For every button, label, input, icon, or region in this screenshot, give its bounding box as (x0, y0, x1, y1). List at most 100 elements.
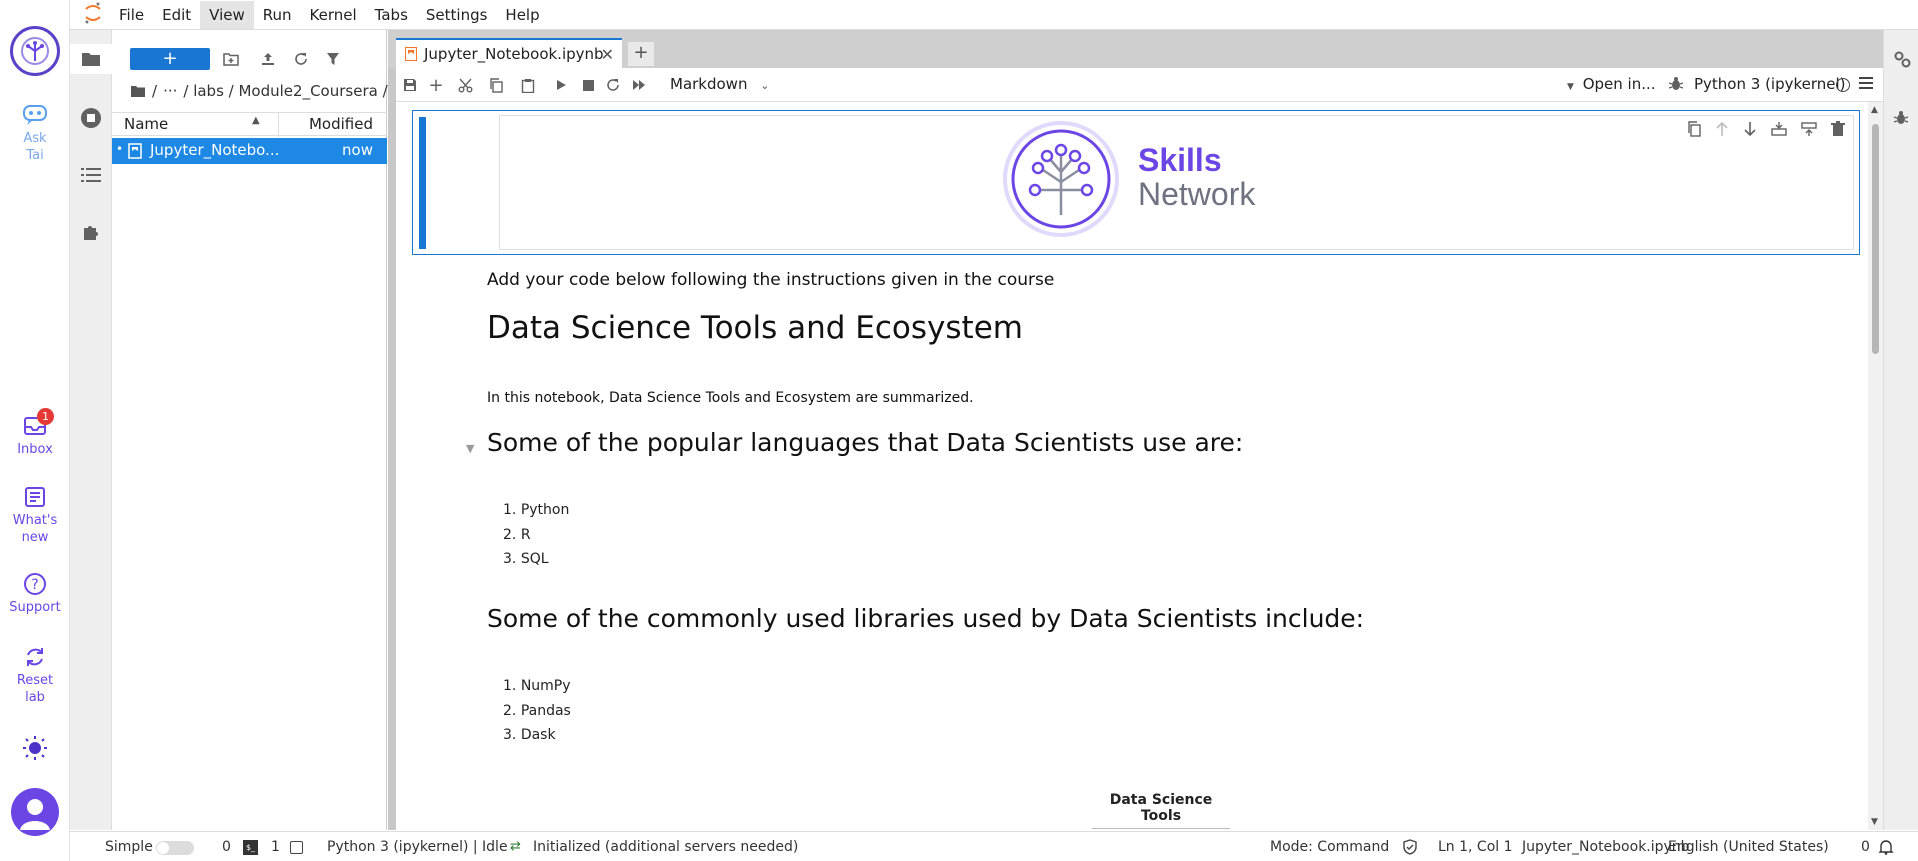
debugger-tab[interactable] (1893, 110, 1909, 130)
notebook-scrollbar[interactable]: ▲ ▼ (1868, 102, 1883, 830)
news-icon (25, 487, 45, 507)
support-button[interactable]: ? Support (0, 572, 70, 616)
cell-input-area[interactable]: Skills Network (499, 115, 1854, 250)
kernel-status[interactable]: Python 3 (ipykernel) | Idle (327, 832, 508, 861)
refresh-icon (295, 53, 307, 65)
folder-icon[interactable] (130, 84, 146, 98)
list-item: 1. Python (503, 502, 570, 518)
notifications-count[interactable]: 0 (1861, 832, 1870, 861)
active-cell[interactable]: Skills Network (412, 110, 1860, 255)
jupyter-logo-icon (84, 1, 104, 29)
notebook-icon (405, 47, 417, 61)
skills-network-tree-icon (1003, 121, 1119, 237)
interrupt-button[interactable] (577, 74, 599, 96)
cell-collapser[interactable] (419, 117, 426, 249)
modified-column-header[interactable]: Modified (309, 115, 373, 133)
save-button[interactable] (399, 74, 421, 96)
restart-run-all-button[interactable] (628, 74, 650, 96)
file-modified: now (342, 141, 373, 159)
menu-tabs[interactable]: Tabs (366, 1, 417, 29)
whats-new-button[interactable]: What's new (0, 485, 70, 546)
move-up-icon[interactable] (1715, 121, 1729, 137)
user-avatar-icon[interactable] (11, 788, 59, 836)
bug-icon (1893, 111, 1909, 124)
property-inspector-tab[interactable] (1893, 50, 1911, 72)
sun-icon (23, 736, 47, 760)
duplicate-icon[interactable] (1687, 121, 1701, 137)
shield-icon[interactable] (1403, 839, 1417, 859)
refresh-button[interactable] (290, 48, 312, 70)
filter-button[interactable] (322, 48, 344, 70)
new-folder-button[interactable] (220, 48, 242, 70)
terminals-count[interactable]: 0 (222, 832, 231, 861)
tools-table-header: Data Science Tools (1092, 792, 1230, 829)
fast-forward-icon (633, 80, 645, 90)
bug-icon (1668, 77, 1684, 90)
insert-cell-button[interactable]: + (425, 74, 447, 96)
file-list-header: Name ▲ Modified (112, 112, 387, 137)
breadcrumb-path[interactable]: / labs / Module2_Coursera / (183, 82, 387, 100)
extensions-tab[interactable] (70, 217, 112, 247)
close-icon[interactable]: ✕ (601, 45, 614, 64)
copy-button[interactable] (485, 74, 507, 96)
simple-mode-toggle[interactable] (156, 841, 194, 855)
running-tab[interactable] (70, 103, 112, 133)
collapse-heading-toggle[interactable]: ▼ (466, 442, 474, 455)
file-browser-tab[interactable] (70, 44, 112, 74)
debugger-toggle[interactable] (1668, 76, 1684, 96)
breadcrumb-root[interactable]: / (152, 82, 157, 100)
list-icon (81, 168, 101, 182)
restart-button[interactable] (602, 74, 624, 96)
insert-below-icon[interactable] (1801, 121, 1817, 137)
breadcrumb-ellipsis[interactable]: ··· (163, 82, 177, 100)
menu-kernel[interactable]: Kernel (301, 1, 366, 29)
menu-settings[interactable]: Settings (417, 1, 497, 29)
menu-run[interactable]: Run (254, 1, 301, 29)
cell-toolbar (1687, 121, 1845, 137)
reset-label-2: lab (25, 690, 45, 705)
menu-file[interactable]: File (110, 1, 153, 29)
cell-type-select[interactable]: Markdown ⌄ (670, 75, 769, 93)
scrollbar-thumb[interactable] (1872, 124, 1879, 354)
menu-edit[interactable]: Edit (153, 1, 200, 29)
bell-icon[interactable] (1878, 839, 1894, 859)
lsp-status[interactable]: Initialized (additional servers needed) (533, 832, 798, 861)
ask-tai-label-2: Tai (26, 148, 44, 163)
notebook-tab[interactable]: Jupyter_Notebook.ipynb ✕ (396, 38, 622, 68)
menu-view[interactable]: View (200, 0, 254, 29)
mode-indicator: Mode: Command (1270, 839, 1390, 855)
delete-icon[interactable] (1831, 121, 1845, 137)
restart-icon (607, 79, 619, 91)
tab-title: Jupyter_Notebook.ipynb (424, 45, 604, 63)
skills-network-logo-icon[interactable] (10, 26, 60, 76)
file-list-item[interactable]: • Jupyter_Notebo... now (112, 138, 387, 164)
cut-button[interactable] (454, 74, 476, 96)
new-launcher-button[interactable]: + (130, 48, 210, 70)
play-icon (557, 80, 566, 90)
kernels-count[interactable]: 1 (271, 832, 280, 861)
run-button[interactable] (550, 74, 572, 96)
menu-help[interactable]: Help (496, 1, 548, 29)
new-tab-button[interactable]: + (628, 42, 654, 66)
intro-text: Add your code below following the instru… (487, 270, 1055, 290)
stop-circle-icon (81, 108, 101, 128)
cell-type-value: Markdown (670, 75, 748, 93)
menu-icon[interactable] (1859, 77, 1873, 89)
kernel-name[interactable]: Python 3 (ipykernel) (1694, 75, 1846, 93)
support-label: Support (9, 600, 61, 615)
open-in-button[interactable]: ▼ Open in... (1567, 75, 1656, 93)
inbox-button[interactable]: 1 Inbox (0, 408, 70, 458)
cursor-position[interactable]: Ln 1, Col 1 (1438, 832, 1513, 861)
theme-toggle-button[interactable] (0, 735, 70, 764)
reset-lab-button[interactable]: Reset lab (0, 645, 70, 706)
name-column-header[interactable]: Name (124, 115, 168, 133)
upload-button[interactable] (257, 48, 279, 70)
column-divider[interactable] (278, 113, 279, 137)
insert-above-icon[interactable] (1771, 121, 1787, 137)
move-down-icon[interactable] (1743, 121, 1757, 137)
toc-tab[interactable] (70, 160, 112, 190)
paste-button[interactable] (517, 74, 539, 96)
language-selector[interactable]: English (United States) (1668, 832, 1829, 861)
ask-tai-button[interactable]: Ask Tai (0, 103, 70, 164)
notebook-panel: Skills Network Add your code below follo… (396, 102, 1868, 830)
